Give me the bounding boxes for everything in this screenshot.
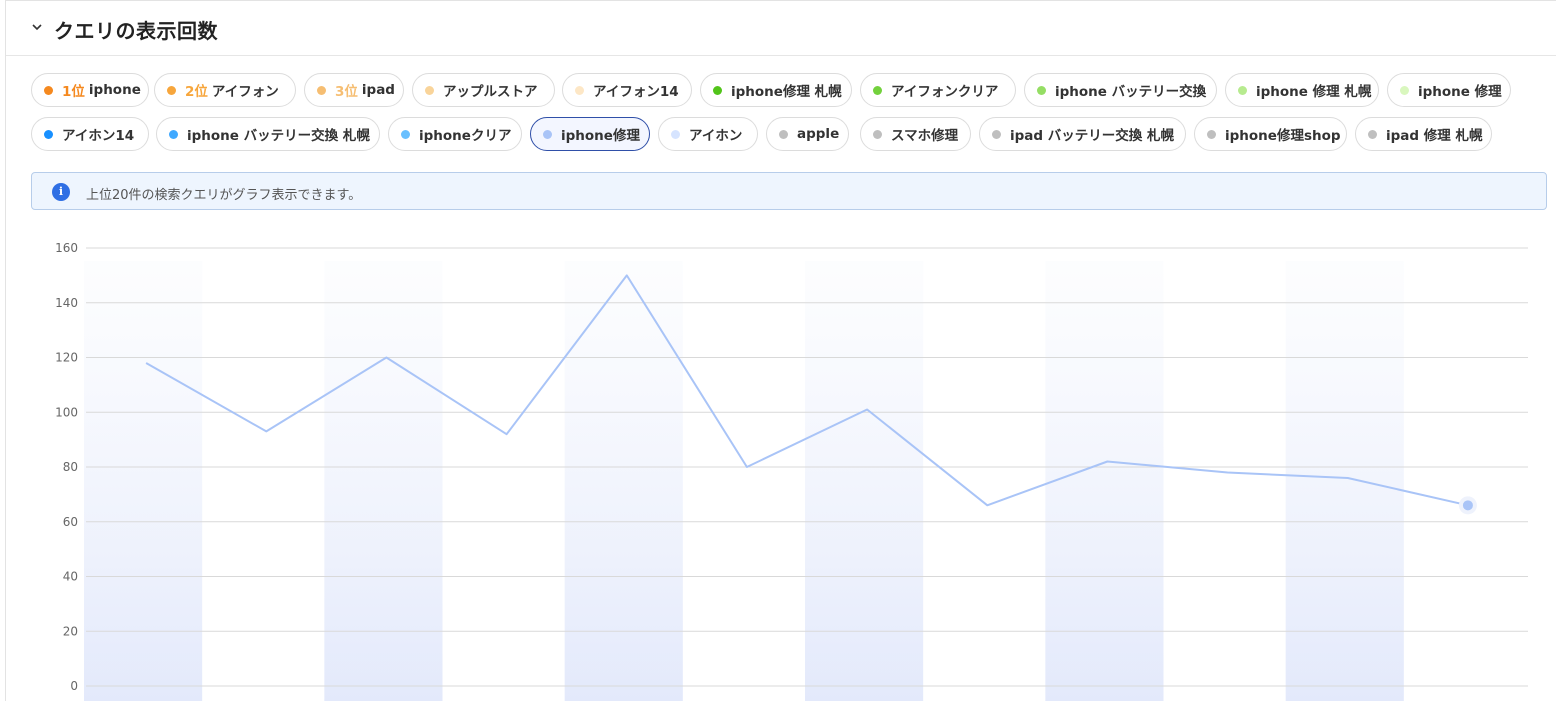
chart-band [1045, 261, 1163, 701]
query-chip-label: ipad 修理 札幌 [1386, 124, 1482, 144]
y-tick-label: 40 [63, 570, 78, 584]
query-chip-label: アイフォン [212, 80, 279, 100]
query-chip[interactable]: iphone修理 札幌 [700, 73, 852, 107]
query-chip-label: iphone修理 [561, 124, 640, 144]
query-chip-label: スマホ修理 [891, 124, 958, 144]
query-chip[interactable]: iphone 修理 [1387, 73, 1511, 107]
chart-band [805, 261, 923, 701]
query-chip[interactable]: アイホン14 [31, 117, 149, 151]
query-chip-label: ipad [362, 82, 395, 98]
query-chip-label: ipad バッテリー交換 札幌 [1010, 124, 1174, 144]
legend-dot-icon [575, 86, 584, 95]
legend-dot-icon [317, 86, 326, 95]
query-chip[interactable]: apple [766, 117, 849, 151]
query-chip-label: iphone修理 札幌 [731, 80, 842, 100]
query-rank: 2位 [185, 80, 208, 100]
impressions-line-chart: 0 20 40 60 80 100 120 140 160 [6, 231, 1556, 701]
query-chip[interactable]: アイフォン14 [562, 73, 692, 107]
query-chip[interactable]: iphone バッテリー交換 札幌 [156, 117, 380, 151]
query-chip-label: アイホン14 [62, 124, 134, 144]
query-chip[interactable]: 2位アイフォン [154, 73, 296, 107]
legend-dot-icon [1400, 86, 1409, 95]
y-tick-label: 60 [63, 515, 78, 529]
info-text: 上位20件の検索クエリがグラフ表示できます。 [86, 184, 361, 203]
legend-dot-icon [425, 86, 434, 95]
legend-dot-icon [1207, 130, 1216, 139]
legend-dot-icon [543, 130, 552, 139]
legend-dot-icon [671, 130, 680, 139]
legend-dot-icon [713, 86, 722, 95]
query-chip[interactable]: iphoneクリア [388, 117, 522, 151]
legend-dot-icon [167, 86, 176, 95]
y-tick-label: 140 [55, 296, 78, 310]
query-chip-label: iphone修理shop [1225, 124, 1341, 144]
query-chip[interactable]: iphone修理shop [1194, 117, 1347, 151]
query-chip[interactable]: 1位iphone [31, 73, 149, 107]
legend-dot-icon [873, 130, 882, 139]
query-chip[interactable]: アイホン [658, 117, 758, 151]
y-tick-label: 0 [70, 679, 78, 693]
chevron-down-icon[interactable] [30, 20, 44, 34]
panel-title: クエリの表示回数 [54, 15, 218, 44]
query-chip-label: アップルストア [443, 80, 538, 100]
query-chip[interactable]: スマホ修理 [860, 117, 971, 151]
chart-band [84, 261, 202, 701]
y-tick-label: 120 [55, 351, 78, 365]
query-chip[interactable]: 3位ipad [304, 73, 404, 107]
legend-dot-icon [401, 130, 410, 139]
query-chip[interactable]: ipad バッテリー交換 札幌 [979, 117, 1186, 151]
query-chip-label: iphoneクリア [419, 124, 511, 144]
chart-band [565, 261, 683, 701]
legend-dot-icon [1037, 86, 1046, 95]
legend-dot-icon [779, 130, 788, 139]
query-chip-label: iphone バッテリー交換 [1055, 80, 1206, 100]
y-tick-label: 80 [63, 460, 78, 474]
query-chip-label: アイフォン14 [593, 80, 679, 100]
query-chip[interactable]: iphone バッテリー交換 [1024, 73, 1217, 107]
query-chip-label: アイホン [689, 124, 742, 144]
legend-dot-icon [169, 130, 178, 139]
y-tick-label: 100 [55, 405, 78, 419]
y-tick-label: 160 [55, 241, 78, 255]
legend-dot-icon [992, 130, 1001, 139]
query-rank: 3位 [335, 80, 358, 100]
legend-dot-icon [44, 86, 53, 95]
query-chip[interactable]: アップルストア [412, 73, 555, 107]
query-rank: 1位 [62, 80, 85, 100]
query-chip[interactable]: iphone修理 [530, 117, 650, 151]
query-chip[interactable]: アイフォンクリア [860, 73, 1016, 107]
info-banner: i 上位20件の検索クエリがグラフ表示できます。 [31, 172, 1547, 210]
chart-band [324, 261, 442, 701]
query-chip[interactable]: ipad 修理 札幌 [1355, 117, 1492, 151]
data-point [1463, 500, 1473, 510]
query-chip-label: iphone バッテリー交換 札幌 [187, 124, 370, 144]
chart-band [1286, 261, 1404, 701]
query-chip[interactable]: iphone 修理 札幌 [1225, 73, 1379, 107]
query-chip-label: アイフォンクリア [891, 80, 998, 100]
legend-dot-icon [873, 86, 882, 95]
legend-dot-icon [1368, 130, 1377, 139]
query-chip-label: iphone 修理 札幌 [1256, 80, 1371, 100]
query-chip-label: iphone [89, 82, 141, 98]
legend-dot-icon [1238, 86, 1247, 95]
legend-dot-icon [44, 130, 53, 139]
panel-header[interactable]: クエリの表示回数 [6, 1, 1556, 56]
query-chip-label: apple [797, 126, 839, 142]
info-icon: i [52, 183, 70, 201]
query-chip-label: iphone 修理 [1418, 80, 1502, 100]
y-tick-label: 20 [63, 624, 78, 638]
query-impressions-panel: クエリの表示回数 1位iphone2位アイフォン3位ipadアップルストアアイフ… [5, 0, 1556, 701]
